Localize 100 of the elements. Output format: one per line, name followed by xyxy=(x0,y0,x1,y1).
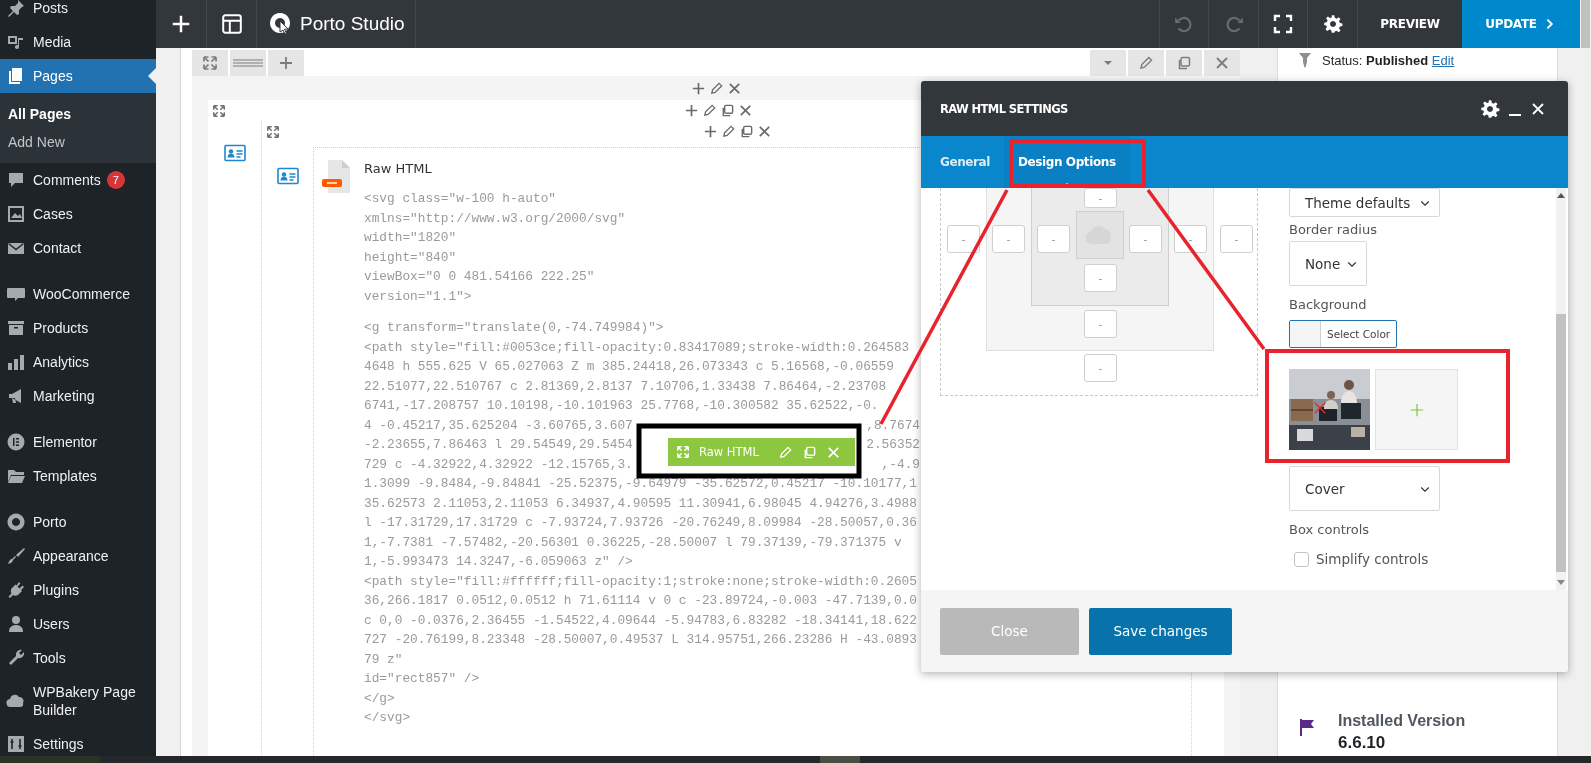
menu-item[interactable]: Analytics xyxy=(0,345,156,379)
expand-icon[interactable] xyxy=(212,103,226,118)
submenu-item[interactable]: All Pages xyxy=(0,100,156,128)
code-line: <path style="fill:#ffffff;fill-opacity:1;stroke:none;stroke-width:0.2605 xyxy=(364,572,918,591)
code-line: 1,-7.7381 -7.57482,-20.56301 0.36225,-28.50007 l 79.37139,-79.371375 v xyxy=(364,533,903,552)
menu-item[interactable]: Posts xyxy=(0,0,156,25)
pencil-icon[interactable] xyxy=(720,124,736,139)
update-button[interactable]: UPDATE xyxy=(1462,0,1580,48)
menu-item[interactable]: Media xyxy=(0,25,156,59)
spacing-input[interactable]: - xyxy=(1084,264,1117,292)
submenu-item[interactable]: Add New xyxy=(0,128,156,156)
plus-icon[interactable] xyxy=(702,124,718,139)
menu-item[interactable]: Plugins xyxy=(0,573,156,607)
status-text: Status: Published Edit xyxy=(1322,52,1455,68)
menu-label: Posts xyxy=(33,0,68,18)
checkbox[interactable] xyxy=(1294,551,1309,567)
select-field[interactable]: Cover xyxy=(1289,466,1440,511)
menu-label: Marketing xyxy=(33,387,95,406)
menu-label: Products xyxy=(33,319,89,338)
spacing-input[interactable]: - xyxy=(1129,225,1162,253)
settings-icon[interactable] xyxy=(1480,98,1500,119)
spacing-input[interactable]: - xyxy=(992,225,1025,253)
user-icon xyxy=(6,614,26,634)
menu-label: Appearance xyxy=(33,547,109,566)
select-field[interactable]: None xyxy=(1289,241,1368,286)
code-line: </svg> xyxy=(364,709,412,727)
spacing-input[interactable]: - xyxy=(1084,188,1117,208)
code-line: 1,-5.993473 14.3247,-6.059063 z" /> xyxy=(364,553,634,571)
menu-item[interactable]: Settings xyxy=(0,727,156,756)
menu-item[interactable]: Marketing xyxy=(0,379,156,413)
menu-item[interactable]: Products xyxy=(0,311,156,345)
expand-icon xyxy=(202,55,218,71)
close-icon[interactable] xyxy=(1313,401,1327,415)
close-icon[interactable] xyxy=(1530,100,1546,117)
spacing-input[interactable]: - xyxy=(1084,354,1117,382)
menu-item[interactable]: Comments 7 xyxy=(0,163,156,197)
delete-button[interactable] xyxy=(1204,50,1240,76)
code-line: width="1820" xyxy=(364,229,458,247)
menu-item[interactable]: Pages xyxy=(0,59,156,93)
menu-item[interactable]: Users xyxy=(0,607,156,641)
code-line: 4648 h 555.625 V 65.027063 Z m 385.24418,26.073343 c 5.16568,-0.06559 xyxy=(364,358,895,376)
menu-label: WPBakery Page Builder xyxy=(33,683,137,720)
menu-item[interactable]: Contact xyxy=(0,231,156,265)
spacing-input[interactable]: - xyxy=(1037,225,1070,253)
pencil-icon[interactable] xyxy=(708,80,724,96)
scrollbar-thumb[interactable] xyxy=(1581,0,1590,48)
code-line: 22.51077,22.510767 c 2.81369,2.8137 7.10706,1.33438 7.86464,-2.23708 xyxy=(364,377,888,396)
scrollbar-thumb[interactable] xyxy=(1556,314,1566,572)
menu-item[interactable]: WooCommerce xyxy=(0,277,156,311)
logo-icon xyxy=(269,12,293,36)
caret-down-icon xyxy=(1557,580,1565,586)
menu-item[interactable]: WPBakery Page Builder xyxy=(0,675,156,727)
circle-logo-icon xyxy=(6,432,26,452)
color-swatch xyxy=(1290,321,1321,347)
menu-label: Contact xyxy=(33,239,82,258)
code-line: 35.62573 2.11053,2.11053 6.34937,4.90595 11.30941,6.98045 4.94276,3.4988 xyxy=(364,494,918,513)
plus-icon[interactable] xyxy=(683,103,699,118)
save-button[interactable]: Save changes xyxy=(1089,607,1232,655)
field-label: Border radius xyxy=(1289,222,1377,238)
dialog-title: RAW HTML SETTINGS xyxy=(940,101,1068,116)
code-line: viewBox="0 0 481.54166 222.25" xyxy=(364,268,596,286)
spacing-input[interactable]: - xyxy=(1084,310,1117,338)
id-card-icon[interactable] xyxy=(223,143,246,163)
ring-icon xyxy=(6,512,26,532)
menu-label: Porto xyxy=(33,513,67,532)
caret-up-icon xyxy=(1557,192,1565,198)
select-field[interactable]: Theme defaults xyxy=(1289,188,1440,217)
color-picker-button[interactable]: Select Color xyxy=(1289,320,1398,348)
brand-name: Porto Studio xyxy=(300,13,405,35)
plus-icon[interactable] xyxy=(690,80,706,96)
close-icon[interactable] xyxy=(756,124,772,139)
code-line: id="rect857" /> xyxy=(364,670,481,688)
paintbrush-icon xyxy=(6,546,26,566)
scrollbar[interactable] xyxy=(1580,0,1591,756)
code-line: <g transform="translate(0,-74.749984)"> xyxy=(364,319,665,337)
menu-label: WooCommerce xyxy=(33,285,130,304)
menu-label: Templates xyxy=(33,467,97,486)
spacing-input[interactable]: - xyxy=(1220,225,1253,253)
menu-item[interactable]: Templates xyxy=(0,459,156,493)
expand-button[interactable] xyxy=(192,50,228,76)
pencil-icon[interactable] xyxy=(701,103,717,118)
menu-item[interactable]: Tools xyxy=(0,641,156,675)
spacing-input[interactable]: - xyxy=(947,225,980,253)
edit-button[interactable] xyxy=(1128,50,1164,76)
element-label: Raw HTML xyxy=(699,445,759,459)
flag-icon xyxy=(1298,718,1316,736)
duplicate-button[interactable] xyxy=(1166,50,1202,76)
menu-item[interactable]: Elementor xyxy=(0,425,156,459)
code-line: 727 -20.76199,8.23348 -28.50007,0.49537 L 314.95751,266.23286 H -43.0893 xyxy=(364,631,918,649)
id-card-icon[interactable] xyxy=(276,166,299,186)
code-line: xmlns="http://www.w3.org/2000/svg" xyxy=(364,209,627,228)
menu-item[interactable]: Cases xyxy=(0,197,156,231)
close-icon[interactable] xyxy=(737,103,753,118)
scrollbar[interactable] xyxy=(1556,188,1566,590)
menu-item[interactable]: Porto xyxy=(0,505,156,539)
drag-handle[interactable] xyxy=(230,50,266,76)
code-line: l -17.31729,17.31729 c -7.93724,7.93726 -20.76249,8.09984 -28.50057,0.36 xyxy=(364,514,918,532)
edit-link[interactable]: Edit xyxy=(1431,52,1455,68)
menu-item[interactable]: Appearance xyxy=(0,539,156,573)
expand-icon[interactable] xyxy=(266,124,280,139)
